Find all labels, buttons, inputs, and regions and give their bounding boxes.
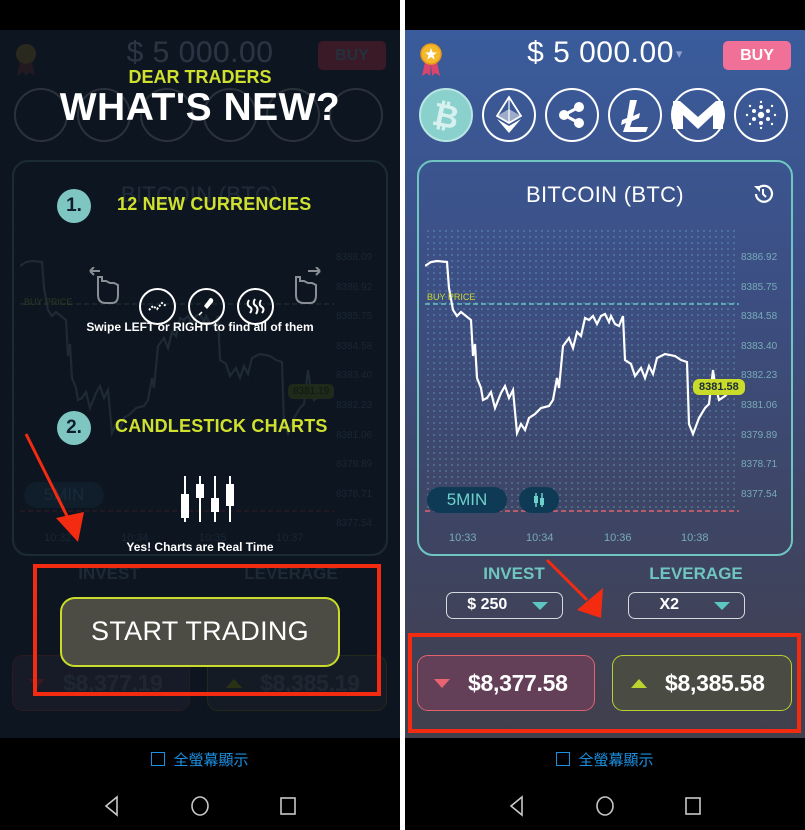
balance-dropdown-icon: ▾ [675, 46, 683, 62]
status-bar [0, 0, 400, 30]
faded-y-axis: 8388.09 8386.92 8385.75 8384.58 8383.40 8382.… [336, 228, 386, 529]
litecoin-icon [621, 100, 648, 132]
coin-cardano[interactable] [734, 88, 788, 142]
cardano-icon [745, 100, 777, 130]
y-tick-label: 8378.71 [336, 488, 373, 500]
fullscreen-label: 全螢幕顯示 [578, 752, 654, 769]
status-bar [405, 0, 805, 30]
chart-title: BITCOIN (BTC) [526, 182, 684, 207]
annotation-highlight-box [408, 633, 801, 733]
buy-credits-button[interactable]: BUY [723, 41, 791, 70]
monero-icon [673, 101, 723, 129]
history-icon[interactable] [751, 182, 775, 206]
y-tick-label: 8382.23 [336, 400, 373, 411]
candlestick-toggle-button[interactable] [519, 487, 559, 513]
y-tick-label: 8379.89 [336, 459, 373, 471]
x-tick-label: 10:33 [449, 532, 477, 544]
recents-icon[interactable] [682, 795, 704, 817]
leverage-label: LEVERAGE [649, 564, 743, 583]
home-icon[interactable] [189, 795, 211, 817]
left-phone-screen: $ 5 000.00 BUY BITCOIN (BTC) $8,377.19 $… [0, 0, 400, 830]
y-axis: 8386.92 8385.75 8384.58 8383.40 8382.23 8381.… [741, 228, 791, 518]
trading-screen: $ 5 000.00 ▾ BUY ₿ BITCOIN (BTC) BUY PRI… [405, 30, 805, 738]
invest-value: $ 250 [467, 596, 508, 613]
step-1-caption: Swipe LEFT or RIGHT to find all of them [86, 320, 314, 334]
chevron-down-icon [714, 602, 730, 610]
y-tick-label: 8383.40 [336, 370, 373, 382]
recents-icon[interactable] [277, 795, 299, 817]
y-tick-label: 8377.54 [741, 488, 778, 500]
candlestick-chart-icon [181, 476, 234, 522]
buy-price-label: BUY PRICE [427, 292, 476, 302]
y-tick-label: 8383.40 [741, 340, 778, 352]
right-phone-screen: $ 5 000.00 ▾ BUY ₿ BITCOIN (BTC) BUY PRI… [405, 0, 805, 830]
timeframe-5min-button[interactable]: 5MIN [427, 487, 507, 513]
back-icon[interactable] [101, 795, 123, 817]
annotation-arrow [545, 558, 603, 618]
candlestick-icon [534, 493, 544, 507]
y-tick-label: 8379.89 [741, 429, 778, 441]
annotation-arrow [24, 433, 84, 542]
fullscreen-toggle[interactable]: 全螢幕顯示 [0, 740, 400, 780]
y-tick-label: 8378.71 [741, 459, 778, 471]
y-tick-label: 8388.09 [336, 252, 373, 263]
x-tick-label: 10:36 [604, 532, 632, 544]
ethereum-icon [495, 95, 523, 133]
coin-litecoin[interactable] [608, 88, 662, 142]
y-tick-label: 8385.75 [741, 281, 778, 293]
step-1-badge: 1. [57, 189, 91, 223]
bitcoin-icon: ₿ [429, 96, 462, 134]
svg-text:₿: ₿ [429, 96, 462, 134]
chart-card: BITCOIN (BTC) BUY PRICE 8386.92 8385.75 83… [417, 160, 793, 556]
swipe-right-hand-icon [295, 267, 321, 304]
price-series-line [20, 259, 327, 438]
back-icon[interactable] [506, 795, 528, 817]
fullscreen-toggle[interactable]: 全螢幕顯示 [405, 740, 805, 780]
leverage-select[interactable]: X2 [628, 592, 745, 619]
price-series-line [425, 259, 732, 438]
leverage-value: X2 [659, 596, 680, 613]
price-chart[interactable] [425, 228, 739, 518]
coin-monero[interactable] [671, 88, 725, 142]
y-tick-label: 8384.58 [741, 311, 778, 323]
whats-new-overlay-screen: $ 5 000.00 BUY BITCOIN (BTC) $8,377.19 $… [0, 30, 400, 738]
faded-buy-button: BUY [318, 41, 386, 70]
overlay-headline: WHAT'S NEW? [59, 86, 341, 129]
y-tick-label: 8386.92 [336, 281, 373, 293]
fullscreen-label: 全螢幕顯示 [173, 752, 249, 769]
y-tick-label: 8384.58 [336, 340, 373, 352]
step-1-title: 12 NEW CURRENCIES [117, 194, 312, 214]
swipe-left-hand-icon [89, 267, 119, 304]
overlay-kicker: DEAR TRADERS [128, 67, 272, 87]
y-tick-label: 8381.06 [336, 429, 373, 441]
faded-price-tooltip: 8381.19 [288, 384, 335, 399]
step-2-title: CANDLESTICK CHARTS [115, 416, 328, 436]
current-price-tooltip: 8381.58 [693, 379, 745, 395]
y-tick-label: 8377.54 [336, 518, 373, 530]
fullscreen-icon [151, 752, 166, 766]
coin-ripple[interactable] [545, 88, 599, 142]
y-tick-label: 8381.06 [741, 400, 778, 411]
currency-selector: ₿ [417, 88, 797, 144]
fullscreen-icon [556, 752, 571, 766]
coin-ethereum[interactable] [482, 88, 536, 142]
faded-buy-price-label: BUY PRICE [24, 297, 73, 307]
x-tick-label: 10:38 [681, 532, 709, 544]
y-tick-label: 8386.92 [741, 252, 778, 263]
ripple-icon [559, 102, 584, 128]
x-tick-label: 10:34 [526, 532, 554, 544]
android-nav-bar [0, 782, 400, 830]
y-tick-label: 8382.23 [741, 370, 778, 382]
coin-bitcoin[interactable]: ₿ [419, 88, 473, 142]
android-nav-bar [405, 782, 805, 830]
home-icon[interactable] [594, 795, 616, 817]
annotation-highlight-box [33, 564, 381, 696]
